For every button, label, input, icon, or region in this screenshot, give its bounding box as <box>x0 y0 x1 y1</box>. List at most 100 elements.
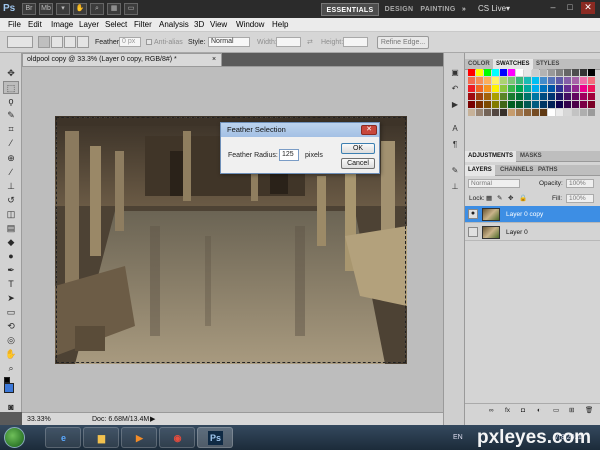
swatch-cell[interactable] <box>492 69 499 76</box>
swatch-cell[interactable] <box>500 109 507 116</box>
character-panel-icon[interactable]: A <box>448 123 462 135</box>
cs-live-button[interactable]: CS Live▾ <box>478 3 510 15</box>
tab-masks[interactable]: MASKS <box>517 151 545 162</box>
menu-window[interactable]: Window <box>236 20 264 30</box>
swatch-cell[interactable] <box>540 109 547 116</box>
swatch-cell[interactable] <box>564 101 571 108</box>
menu-analysis[interactable]: Analysis <box>159 20 189 30</box>
height-input[interactable] <box>343 37 368 47</box>
paragraph-panel-icon[interactable]: ¶ <box>448 139 462 151</box>
menu-view[interactable]: View <box>210 20 227 30</box>
swatch-cell[interactable] <box>580 93 587 100</box>
swatch-cell[interactable] <box>500 101 507 108</box>
swatch-cell[interactable] <box>564 109 571 116</box>
add-to-selection-icon[interactable] <box>51 36 63 48</box>
swatch-cell[interactable] <box>580 109 587 116</box>
healing-brush-tool-icon[interactable]: ⊕ <box>3 152 19 165</box>
adjustment-layer-icon[interactable]: ◐ <box>537 406 541 415</box>
swatch-cell[interactable] <box>572 109 579 116</box>
menu-help[interactable]: Help <box>272 20 288 30</box>
layer-style-icon[interactable]: fx <box>505 406 510 415</box>
move-tool-icon[interactable]: ✥ <box>3 67 19 80</box>
tab-layers[interactable]: LAYERS <box>465 165 495 176</box>
swatch-cell[interactable] <box>572 69 579 76</box>
menu-edit[interactable]: Edit <box>28 20 42 30</box>
swatch-cell[interactable] <box>508 93 515 100</box>
swatch-cell[interactable] <box>588 109 595 116</box>
swatch-cell[interactable] <box>572 93 579 100</box>
swatch-cell[interactable] <box>468 69 475 76</box>
gradient-tool-icon[interactable]: ▤ <box>3 222 19 235</box>
feather-radius-input[interactable]: 125 <box>279 149 299 161</box>
opacity-input[interactable]: 100% <box>566 179 594 188</box>
swatch-cell[interactable] <box>492 93 499 100</box>
swatch-cell[interactable] <box>540 77 547 84</box>
swatch-cell[interactable] <box>540 69 547 76</box>
swatch-cell[interactable] <box>588 69 595 76</box>
swatch-cell[interactable] <box>556 93 563 100</box>
swatch-cell[interactable] <box>588 77 595 84</box>
swatch-cell[interactable] <box>500 85 507 92</box>
menu-image[interactable]: Image <box>51 20 73 30</box>
visibility-eye-icon[interactable]: ● <box>468 209 478 219</box>
swatch-cell[interactable] <box>484 77 491 84</box>
swatch-cell[interactable] <box>588 101 595 108</box>
swatch-cell[interactable] <box>532 85 539 92</box>
swatch-cell[interactable] <box>548 85 555 92</box>
swatch-cell[interactable] <box>468 85 475 92</box>
lasso-tool-icon[interactable]: ϙ <box>3 95 19 108</box>
swatch-cell[interactable] <box>500 77 507 84</box>
blend-mode-select[interactable]: Normal <box>468 179 520 188</box>
close-icon[interactable]: ✕ <box>581 2 595 14</box>
swatch-cell[interactable] <box>524 109 531 116</box>
swatch-cell[interactable] <box>476 69 483 76</box>
bridge-icon[interactable]: Br <box>22 3 36 15</box>
swatch-cell[interactable] <box>532 77 539 84</box>
swatch-cell[interactable] <box>524 93 531 100</box>
swatch-grid[interactable] <box>468 69 596 131</box>
swatch-cell[interactable] <box>516 77 523 84</box>
swatch-cell[interactable] <box>556 69 563 76</box>
lock-transparent-icon[interactable]: ▦ <box>486 194 492 203</box>
blur-tool-icon[interactable]: ◆ <box>3 236 19 249</box>
refine-edge-button[interactable]: Refine Edge... <box>377 36 429 49</box>
type-tool-icon[interactable]: T <box>3 278 19 291</box>
lock-all-icon[interactable]: 🔒 <box>519 194 527 203</box>
taskbar-photoshop[interactable]: Ps <box>197 427 233 448</box>
clone-source-panel-icon[interactable]: ⊥ <box>448 181 462 193</box>
taskbar-ie[interactable]: e <box>45 427 81 448</box>
swatch-cell[interactable] <box>516 69 523 76</box>
width-input[interactable] <box>276 37 301 47</box>
swatch-cell[interactable] <box>508 77 515 84</box>
swatch-cell[interactable] <box>540 85 547 92</box>
swatch-cell[interactable] <box>524 69 531 76</box>
eyedropper-tool-icon[interactable]: ⁄ <box>3 137 19 150</box>
canvas-area[interactable] <box>22 66 443 412</box>
zoom-tool-icon[interactable]: ⌕ <box>3 362 19 375</box>
swatch-cell[interactable] <box>532 101 539 108</box>
pen-tool-icon[interactable]: ✒ <box>3 264 19 277</box>
clone-stamp-tool-icon[interactable]: ⊥ <box>3 180 19 193</box>
status-menu-icon[interactable]: ▶ <box>150 415 155 424</box>
fill-input[interactable]: 100% <box>566 194 594 203</box>
zoom-level-icon[interactable]: ▾ <box>56 3 70 15</box>
antialias-checkbox[interactable] <box>146 39 152 45</box>
new-group-icon[interactable]: ▭ <box>553 406 559 415</box>
zoom-icon[interactable]: ⌕ <box>90 3 104 15</box>
layer-row[interactable]: Layer 0 <box>465 224 600 241</box>
swatch-cell[interactable] <box>548 109 555 116</box>
swatch-cell[interactable] <box>508 85 515 92</box>
menu-3d[interactable]: 3D <box>194 20 204 30</box>
hand-tool-icon[interactable]: ✋ <box>3 348 19 361</box>
swatch-cell[interactable] <box>524 101 531 108</box>
swatch-cell[interactable] <box>484 109 491 116</box>
3d-orbit-tool-icon[interactable]: ◎ <box>3 334 19 347</box>
tab-adjustments[interactable]: ADJUSTMENTS <box>465 151 517 162</box>
swatch-cell[interactable] <box>476 109 483 116</box>
dialog-close-icon[interactable]: ✕ <box>361 125 377 135</box>
new-selection-icon[interactable] <box>38 36 50 48</box>
swatch-cell[interactable] <box>564 77 571 84</box>
lock-position-icon[interactable]: ✥ <box>508 194 513 203</box>
eraser-tool-icon[interactable]: ◫ <box>3 208 19 221</box>
mini-bridge-panel-icon[interactable]: ▣ <box>448 67 462 79</box>
